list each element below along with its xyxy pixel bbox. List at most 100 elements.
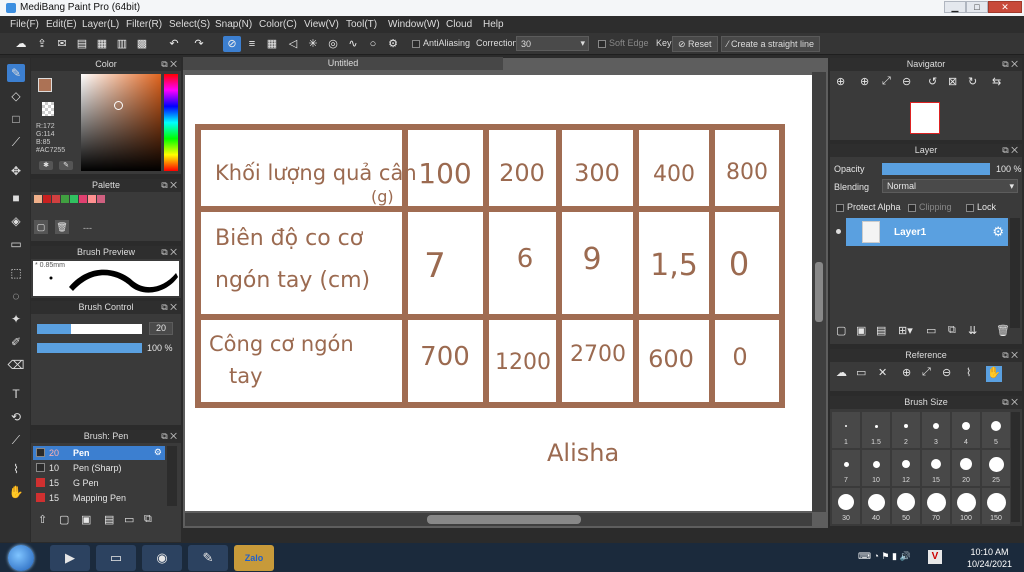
move-tool-icon[interactable]: ✥ xyxy=(7,162,25,180)
brush-item-mapping-pen[interactable]: 15 Mapping Pen xyxy=(33,491,165,505)
brush-opacity-slider[interactable] xyxy=(37,343,142,353)
media-player-icon[interactable]: ▶ xyxy=(50,545,90,571)
palette-swatch[interactable] xyxy=(88,195,96,203)
rotate-left-icon[interactable]: ↺ xyxy=(928,75,937,88)
eyedropper-tool-icon[interactable]: ⌇ xyxy=(7,460,25,478)
tray-icons[interactable]: ⌨ ◔ ⚑ ▮ 🔊 xyxy=(858,551,911,562)
brush-size-option[interactable]: 1.5 xyxy=(862,412,890,448)
hand-tool-icon[interactable]: ✋ xyxy=(7,483,25,501)
divide-tool-icon[interactable]: ⟋ xyxy=(7,431,25,449)
palette-swatch[interactable] xyxy=(43,195,51,203)
cloud-icon[interactable]: ☁ xyxy=(836,366,847,379)
reset-view-icon[interactable]: ⊠ xyxy=(948,75,957,88)
menu-select[interactable]: Select(S) xyxy=(169,19,210,30)
reset-button[interactable]: ⊘ Reset xyxy=(672,36,718,52)
layer-visibility-toggle[interactable] xyxy=(833,218,845,246)
gear-icon[interactable]: ⚙ xyxy=(992,224,1004,240)
eraser-tool-icon[interactable]: ◇ xyxy=(7,87,25,105)
close-icon[interactable]: ✕ xyxy=(878,366,887,379)
grid-panel-icon[interactable]: ▩ xyxy=(133,36,151,52)
picker-handle[interactable] xyxy=(114,101,123,110)
circle-snap-icon[interactable]: ○ xyxy=(364,36,382,52)
palette-icon[interactable]: ✎ xyxy=(59,161,73,170)
brush-size-option[interactable]: 2 xyxy=(892,412,920,448)
blending-select[interactable]: Normal ▾ xyxy=(882,179,1018,193)
brush-size-option[interactable]: 15 xyxy=(922,450,950,486)
gear-icon[interactable]: ⚙ xyxy=(154,447,162,458)
brush-size-option[interactable]: 7 xyxy=(832,450,860,486)
brush-size-option[interactable]: 1 xyxy=(832,412,860,448)
fit-icon[interactable]: ⤢ xyxy=(922,366,931,379)
menu-layer[interactable]: Layer(L) xyxy=(82,19,119,30)
open-folder-icon[interactable]: ▭ xyxy=(856,366,866,379)
cloud-icon[interactable]: ☁ xyxy=(12,36,30,52)
rotate-right-icon[interactable]: ↻ xyxy=(968,75,977,88)
palette-swatch[interactable] xyxy=(79,195,87,203)
canvas-horizontal-scrollbar[interactable] xyxy=(185,513,812,526)
brush-size-option[interactable]: 10 xyxy=(862,450,890,486)
eyedropper-icon[interactable]: ⌇ xyxy=(966,366,971,379)
menu-view[interactable]: View(V) xyxy=(304,19,339,30)
hue-slider[interactable] xyxy=(164,74,178,171)
fill-rect-tool-icon[interactable]: ■ xyxy=(7,189,25,207)
brush-list-scrollbar[interactable] xyxy=(167,446,177,506)
brush-size-option[interactable]: 3 xyxy=(922,412,950,448)
duplicate-icon[interactable]: ⧉ xyxy=(144,513,152,526)
new-palette-icon[interactable]: ▢ xyxy=(34,220,48,234)
brush-tool-icon[interactable]: ✎ xyxy=(7,64,25,82)
brush-size-option[interactable]: 100 xyxy=(952,488,980,524)
flip-icon[interactable]: ⇆ xyxy=(992,75,1001,88)
menu-filter[interactable]: Filter(R) xyxy=(126,19,162,30)
radial-snap-icon[interactable]: ✳ xyxy=(304,36,322,52)
panel-close-icon[interactable]: ⧉ ✕ xyxy=(161,301,177,314)
maximize-button[interactable]: □ xyxy=(966,1,988,13)
undo-icon[interactable]: ↶ xyxy=(165,36,183,52)
folder-icon[interactable]: ▭ xyxy=(926,324,936,337)
zoom-in-icon[interactable]: ⊕ xyxy=(902,366,911,379)
perspective-snap-icon[interactable]: ◁ xyxy=(284,36,302,52)
menu-file[interactable]: File(F) xyxy=(10,19,39,30)
duplicate-layer-icon[interactable]: ⧉ xyxy=(948,324,956,337)
folder-icon[interactable]: ▭ xyxy=(124,513,134,526)
upload-icon[interactable]: ⇪ xyxy=(33,36,51,52)
add-layer-dropdown-icon[interactable]: ⊞▾ xyxy=(898,324,913,337)
input-method-icon[interactable]: V xyxy=(928,550,942,564)
brush-size-scrollbar[interactable] xyxy=(1011,412,1020,522)
select-pen-tool-icon[interactable]: ✐ xyxy=(7,333,25,351)
canvas-vertical-scrollbar[interactable] xyxy=(812,72,826,512)
antialiasing-checkbox[interactable]: AntiAliasing xyxy=(412,38,470,48)
close-button[interactable]: ✕ xyxy=(988,1,1022,13)
panel-close-icon[interactable]: ⧉ ✕ xyxy=(161,58,177,71)
brush-size-option[interactable]: 50 xyxy=(892,488,920,524)
navigator-thumbnail[interactable] xyxy=(910,102,940,134)
new-layer-icon[interactable]: ▢ xyxy=(836,324,846,337)
clock[interactable]: 10:10 AM 10/24/2021 xyxy=(967,546,1012,570)
trash-icon[interactable]: 🗑 xyxy=(55,220,69,234)
panel-close-icon[interactable]: ⧉ ✕ xyxy=(1002,58,1018,71)
copy-brush-icon[interactable]: ▤ xyxy=(104,513,114,526)
saturation-value-picker[interactable] xyxy=(81,74,161,171)
text-box-icon[interactable]: ▤ xyxy=(73,36,91,52)
layer-opacity-slider[interactable] xyxy=(882,163,990,175)
brush-size-option[interactable]: 4 xyxy=(952,412,980,448)
select-tool-icon[interactable]: ⬚ xyxy=(7,264,25,282)
chrome-icon[interactable]: ◉ xyxy=(142,545,182,571)
menu-color[interactable]: Color(C) xyxy=(259,19,297,30)
text-tool-icon[interactable]: T xyxy=(7,385,25,403)
cloud-upload-icon[interactable]: ⇧ xyxy=(38,513,47,526)
medibang-icon[interactable]: ✎ xyxy=(188,545,228,571)
primary-color-swatch[interactable] xyxy=(38,78,52,92)
lock-checkbox[interactable]: Lock xyxy=(966,202,996,212)
zalo-icon[interactable]: Zalo xyxy=(234,545,274,571)
panel-close-icon[interactable]: ⧉ ✕ xyxy=(161,246,177,259)
bucket-tool-icon[interactable]: ◈ xyxy=(7,212,25,230)
palette-swatch[interactable] xyxy=(52,195,60,203)
concentric-snap-icon[interactable]: ◎ xyxy=(324,36,342,52)
zoom-in-icon[interactable]: ⊕ xyxy=(860,75,869,88)
hand-icon[interactable]: ✋ xyxy=(986,366,1002,382)
palette-swatch[interactable] xyxy=(34,195,42,203)
panel-close-icon[interactable]: ⧉ ✕ xyxy=(1002,349,1018,362)
redo-icon[interactable]: ↷ xyxy=(190,36,208,52)
new-8bit-layer-icon[interactable]: ▤ xyxy=(876,324,886,337)
brush-item-pen-sharp[interactable]: 10 Pen (Sharp) xyxy=(33,461,165,475)
